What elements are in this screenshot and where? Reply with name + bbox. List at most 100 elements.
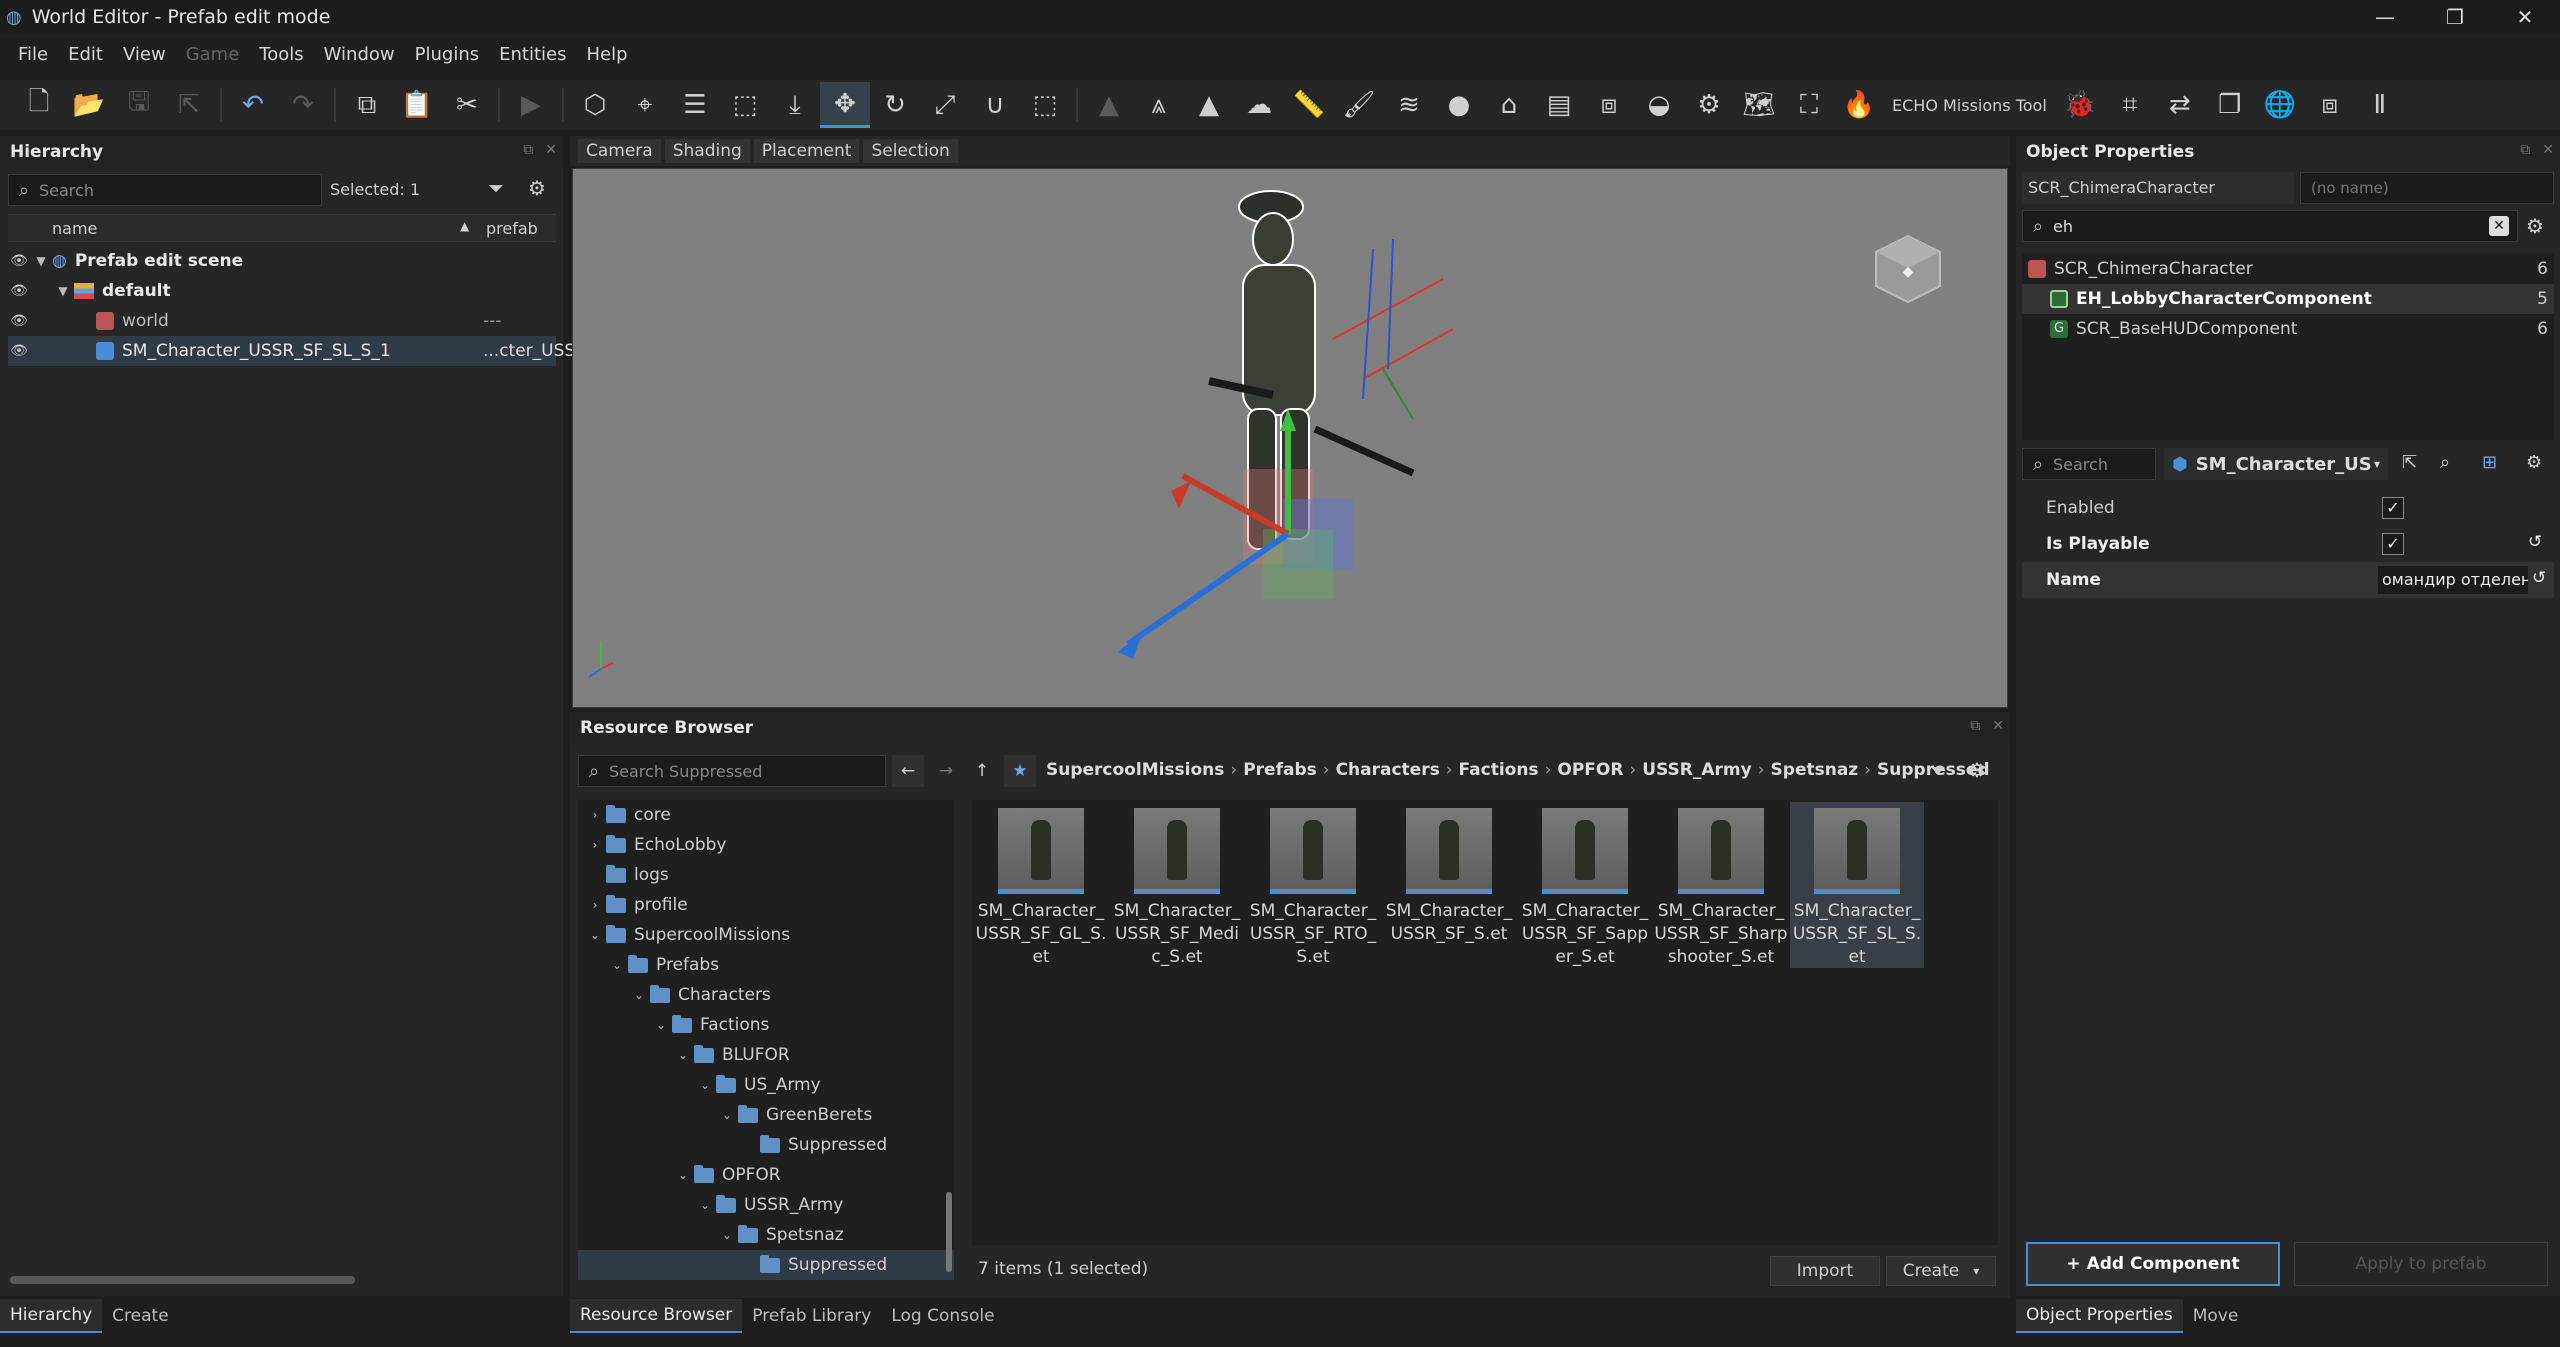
asset-item-selected[interactable]: SM_Character_ USSR_SF_SL_S. et [1790, 802, 1924, 968]
folder-tree-row[interactable]: ⌄ OPFOR [578, 1160, 954, 1190]
is-playable-checkbox[interactable]: ✓ [2382, 533, 2404, 555]
collapse-arrow-icon[interactable]: ▼ [52, 284, 74, 298]
viewport-3d[interactable]: ◆ [572, 168, 2008, 708]
frame-icon[interactable]: ⛶ [1784, 82, 1834, 128]
collapse-arrow-icon[interactable]: ▼ [30, 254, 52, 268]
folder-tree-row[interactable]: › core [578, 800, 954, 830]
asset-item[interactable]: SM_Character_ USSR_SF_Sharp shooter_S.et [1654, 802, 1788, 1243]
prefab-tool-icon[interactable]: ⧈ [1584, 82, 1634, 128]
breadcrumb-item[interactable]: Prefabs [1243, 760, 1317, 780]
redo-icon[interactable]: ↷ [278, 82, 328, 128]
folder-tree-row[interactable]: ⌄ Prefabs [578, 950, 954, 980]
tab-hierarchy[interactable]: Hierarchy [0, 1299, 103, 1333]
undock-icon[interactable]: ⧉ [523, 142, 533, 158]
menu-help[interactable]: Help [576, 44, 637, 65]
component-row[interactable]: SCR_ChimeraCharacter 6 [2022, 254, 2554, 284]
cut-icon[interactable]: ✂ [442, 82, 492, 128]
save-icon[interactable]: 🖫 [114, 82, 164, 128]
import-button[interactable]: Import [1770, 1256, 1880, 1286]
settings-icon[interactable]: ⚙ [2526, 452, 2542, 473]
folder-tree-row[interactable]: Suppressed [578, 1130, 954, 1160]
forward-arrow-icon[interactable]: → [930, 755, 962, 787]
folder-tree-row[interactable]: ⌄ Spetsnaz [578, 1220, 954, 1250]
gizmo-cube-icon[interactable]: ◆ [1875, 234, 1941, 304]
undock-icon[interactable]: ⧉ [1970, 718, 1980, 734]
expand-arrow-icon[interactable]: ⌄ [716, 1228, 738, 1242]
asset-item[interactable]: SM_Character_ USSR_SF_S.et [1382, 802, 1516, 1243]
favorite-star-icon[interactable]: ★ [1004, 755, 1036, 787]
copy-stack-icon[interactable]: ❐ [2205, 82, 2255, 128]
expand-arrow-icon[interactable]: ⌄ [716, 1108, 738, 1122]
globe-icon[interactable]: 🌐 [2255, 82, 2305, 128]
hierarchy-tree-icon[interactable]: ⊞ [2482, 452, 2497, 473]
close-button[interactable]: ✕ [2490, 0, 2560, 34]
reset-icon[interactable]: ↺ [2528, 532, 2542, 552]
folder-tree-row[interactable]: Suppressed [578, 1250, 954, 1280]
apply-to-prefab-button[interactable]: Apply to prefab [2294, 1242, 2548, 1286]
menu-game[interactable]: Game [176, 44, 250, 65]
visibility-eye-icon[interactable]: 👁 [8, 253, 30, 269]
layers-icon[interactable]: ☰ [670, 82, 720, 128]
add-component-button[interactable]: + Add Component [2026, 1242, 2280, 1286]
breadcrumb-item[interactable]: OPFOR [1557, 760, 1623, 780]
tab-resource-browser[interactable]: Resource Browser [570, 1299, 743, 1333]
breadcrumb-item[interactable]: USSR_Army [1642, 760, 1751, 780]
folder-tree-row[interactable]: ⌄ USSR_Army [578, 1190, 954, 1220]
enabled-checkbox[interactable]: ✓ [2382, 497, 2404, 519]
bounds-icon[interactable]: ⬚ [720, 82, 770, 128]
tab-log-console[interactable]: Log Console [881, 1300, 1004, 1332]
tree-row-sm-character[interactable]: 👁 SM_Character_USSR_SF_SL_S_1 ...cter_US… [8, 336, 575, 366]
visibility-eye-icon[interactable]: 👁 [8, 283, 30, 299]
curve-tool-icon[interactable]: ∪ [970, 82, 1020, 128]
folder-tree-row[interactable]: ⌄ US_Army [578, 1070, 954, 1100]
play-icon[interactable]: ▶ [506, 82, 556, 128]
swap-icon[interactable]: ⇄ [2155, 82, 2205, 128]
column-prefab[interactable]: prefab [486, 219, 538, 238]
breadcrumb-item[interactable]: SupercoolMissions [1046, 760, 1224, 780]
folder-tree-row[interactable]: ⌄ Characters [578, 980, 954, 1010]
expand-arrow-icon[interactable]: ⌄ [672, 1168, 694, 1182]
resource-search-input[interactable]: ⌕ Search Suppressed [578, 755, 886, 787]
asset-item[interactable]: SM_Character_ USSR_SF_GL_S. et [974, 802, 1108, 1243]
tab-create[interactable]: Create [102, 1300, 179, 1332]
undo-icon[interactable]: ↶ [228, 82, 278, 128]
road-icon[interactable]: ⩓ [1134, 82, 1184, 128]
property-search-input[interactable]: ⌕ Search [2022, 448, 2156, 480]
expand-arrow-icon[interactable]: ⌄ [584, 928, 606, 942]
back-arrow-icon[interactable]: ← [892, 755, 924, 787]
snap-ground-icon[interactable]: ⤓ [770, 82, 820, 128]
river-icon[interactable]: ≋ [1384, 82, 1434, 128]
target-icon[interactable]: ⌖ [620, 82, 670, 128]
horizontal-scrollbar[interactable] [10, 1276, 355, 1284]
tree-row-world[interactable]: 👁 world --- [8, 306, 556, 336]
scale-tool-icon[interactable]: ⤢ [920, 82, 970, 128]
filter-icon[interactable]: ⏷ [1930, 758, 1946, 782]
expand-arrow-icon[interactable]: ⌄ [606, 958, 628, 972]
export-icon[interactable]: ⇱ [164, 82, 214, 128]
find-icon[interactable]: ⌕ [2440, 452, 2450, 473]
tree-row-prefab-edit-scene[interactable]: 👁 ▼ ◍ Prefab edit scene [8, 246, 556, 276]
minimize-button[interactable]: — [2350, 0, 2420, 34]
bug-icon[interactable]: 🐞 [2055, 82, 2105, 128]
menu-tools[interactable]: Tools [249, 44, 313, 65]
viewport-tab-selection[interactable]: Selection [863, 139, 958, 163]
settings-icon[interactable]: ⚙ [2526, 214, 2544, 238]
echo-missions-tool-button[interactable]: ECHO Missions Tool [1884, 96, 2055, 115]
hierarchy-search-input[interactable]: ⌕ Search [8, 174, 322, 206]
tab-object-properties[interactable]: Object Properties [2016, 1299, 2183, 1333]
selection-box-icon[interactable]: ⬚ [1020, 82, 1070, 128]
pause-icon[interactable]: Ⅱ [2355, 82, 2405, 128]
breadcrumb-item[interactable]: Characters [1336, 760, 1440, 780]
entity-name-input[interactable]: (no name) [2300, 172, 2554, 204]
panel-close-icon[interactable]: ✕ [1992, 718, 2004, 734]
tree-row-default[interactable]: 👁 ▼ default [8, 276, 556, 306]
menu-window[interactable]: Window [314, 44, 405, 65]
viewport-tab-placement[interactable]: Placement [753, 139, 860, 163]
box-icon[interactable]: ▤ [1534, 82, 1584, 128]
folder-tree-row[interactable]: › profile [578, 890, 954, 920]
viewport-tab-shading[interactable]: Shading [664, 139, 750, 163]
copy-icon[interactable]: ⧉ [342, 82, 392, 128]
menu-edit[interactable]: Edit [58, 44, 113, 65]
create-dropdown-button[interactable]: Create ▾ [1886, 1256, 1996, 1286]
paste-icon[interactable]: 📋 [392, 82, 442, 128]
